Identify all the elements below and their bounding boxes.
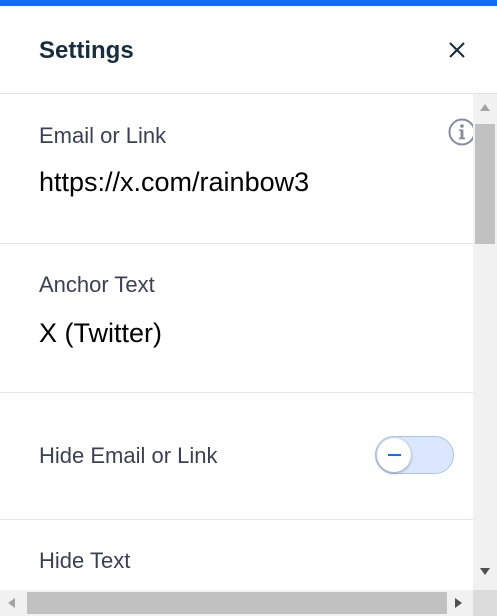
scroll-down-arrow-icon[interactable]	[480, 568, 490, 575]
hide-email-or-link-label: Hide Email or Link	[39, 443, 218, 468]
anchor-text-input[interactable]	[39, 316, 439, 350]
toggle-knob	[377, 438, 411, 472]
scroll-left-arrow-icon[interactable]	[8, 598, 15, 608]
hide-text-section: Hide Text	[0, 520, 473, 590]
settings-content: Email or Link Anchor Text Hide Email or …	[0, 94, 473, 590]
horizontal-scrollbar[interactable]	[0, 590, 473, 616]
panel-title: Settings	[39, 37, 134, 64]
close-button[interactable]	[446, 39, 468, 61]
scrollbar-corner	[473, 590, 497, 616]
scroll-right-arrow-icon[interactable]	[455, 598, 462, 608]
email-or-link-label: Email or Link	[39, 123, 167, 148]
vertical-scrollbar[interactable]	[473, 94, 497, 590]
panel-header: Settings	[0, 6, 497, 94]
close-icon	[449, 42, 465, 58]
horizontal-scroll-thumb[interactable]	[27, 592, 447, 614]
anchor-text-section: Anchor Text	[0, 244, 473, 393]
info-icon	[448, 118, 473, 146]
scroll-up-arrow-icon[interactable]	[480, 104, 490, 111]
hide-email-or-link-section: Hide Email or Link	[0, 393, 473, 520]
hide-email-or-link-toggle[interactable]	[375, 436, 454, 474]
email-or-link-input[interactable]	[39, 165, 439, 199]
info-button[interactable]	[447, 117, 473, 147]
email-or-link-section: Email or Link	[0, 94, 473, 244]
vertical-scroll-thumb[interactable]	[475, 124, 495, 244]
hide-text-label: Hide Text	[39, 548, 131, 573]
anchor-text-label: Anchor Text	[39, 272, 155, 297]
